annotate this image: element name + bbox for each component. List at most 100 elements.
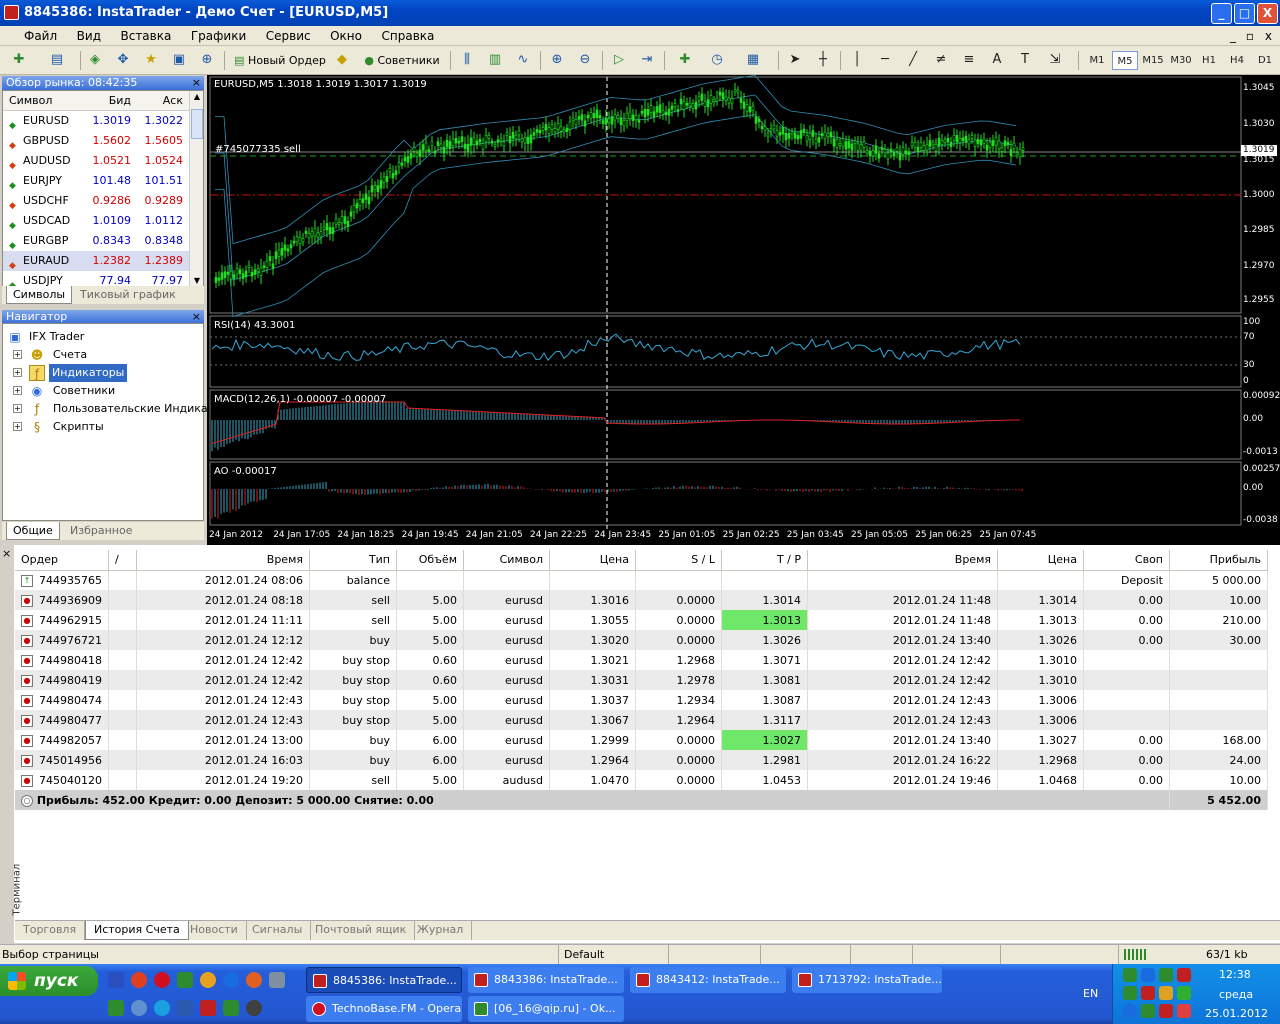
quicklaunch-icon[interactable]	[223, 972, 239, 988]
tab-news[interactable]: Новости	[182, 921, 247, 940]
tab-mailbox[interactable]: Почтовый ящик	[307, 921, 416, 940]
label-icon[interactable]: T	[1016, 51, 1034, 69]
market-watch-row[interactable]: ◆ EURGBP 0.8343 0.8348	[3, 231, 189, 251]
tab-account-history[interactable]: История Счета	[85, 921, 189, 940]
taskbar-item-instatrader-8845386[interactable]: 8845386: InstaTrade...	[306, 967, 462, 993]
col-open-time[interactable]: Время	[136, 550, 310, 571]
periods-icon[interactable]: ◷	[708, 51, 726, 69]
menu-file[interactable]: Файл	[0, 26, 65, 46]
chrome-icon[interactable]	[131, 972, 147, 988]
tab-tick-chart[interactable]: Тиковый график	[74, 286, 182, 304]
tray-icon[interactable]	[1141, 968, 1155, 982]
mdi-restore-button[interactable]: ▫	[1242, 26, 1258, 46]
taskbar-item-instatrader-8843412[interactable]: 8843412: InstaTrade...	[630, 967, 786, 993]
mdi-close-button[interactable]: x	[1261, 26, 1276, 46]
col-order[interactable]: Ордер	[15, 550, 109, 571]
trendline-icon[interactable]: ╱	[904, 51, 922, 69]
col-symbol[interactable]: Символ	[463, 550, 550, 571]
language-indicator[interactable]: EN	[1083, 987, 1098, 1000]
tab-signals[interactable]: Сигналы	[244, 921, 312, 940]
profiles-icon[interactable]: ▤	[48, 51, 66, 69]
autoscroll-icon[interactable]: ▷	[610, 51, 628, 69]
tray-icon[interactable]	[1159, 968, 1173, 982]
tray-icon[interactable]	[1141, 1004, 1155, 1018]
cursor-icon[interactable]: ➤	[786, 51, 804, 69]
tab-journal[interactable]: Журнал	[409, 921, 473, 940]
terminal-close-icon[interactable]: ×	[2, 547, 11, 560]
tray-icon[interactable]	[1141, 986, 1155, 1000]
new-chart-icon[interactable]: ✚	[10, 51, 28, 69]
tray-icon[interactable]	[1123, 1004, 1137, 1018]
tab-favorites[interactable]: Избранное	[64, 522, 138, 540]
market-watch-row[interactable]: ◆ EURAUD 1.2382 1.2389	[3, 251, 189, 271]
quicklaunch-icon[interactable]	[131, 1000, 147, 1016]
strategy-tester-icon[interactable]: ⊕	[198, 51, 216, 69]
fibonacci-icon[interactable]: ≡	[960, 51, 978, 69]
col-symbol[interactable]: Символ	[9, 94, 52, 107]
bar-chart-icon[interactable]: ⫼	[458, 51, 476, 69]
market-watch-row[interactable]: ◆ USDCHF 0.9286 0.9289	[3, 191, 189, 211]
menu-window[interactable]: Окно	[322, 26, 370, 46]
tf-d1-button[interactable]: D1	[1252, 51, 1278, 70]
volume-icon[interactable]	[1159, 986, 1173, 1000]
start-button[interactable]: пуск	[0, 966, 98, 996]
quicklaunch-icon[interactable]	[108, 1000, 124, 1016]
col-close-price[interactable]: Цена	[997, 550, 1084, 571]
col-bid[interactable]: Бид	[109, 94, 131, 107]
quicklaunch-icon[interactable]	[108, 972, 124, 988]
market-watch-row[interactable]: ◆ USDCAD 1.0109 1.0112	[3, 211, 189, 231]
menu-insert[interactable]: Вставка	[112, 26, 179, 46]
col-type[interactable]: Тип	[309, 550, 397, 571]
new-order-button[interactable]: ▤ Новый Ордер	[232, 50, 328, 72]
table-row[interactable]: ● 744980418 2012.01.24 12:42 buy stop 0.60 eu…	[15, 650, 1268, 670]
taskbar-item-opera[interactable]: TechnoBase.FM - Opera	[306, 996, 462, 1022]
menu-tools[interactable]: Сервис	[258, 26, 319, 46]
col-price[interactable]: Цена	[549, 550, 636, 571]
quicklaunch-icon[interactable]	[200, 972, 216, 988]
table-row[interactable]: ● 744980419 2012.01.24 12:42 buy stop 0.60 eu…	[15, 670, 1268, 690]
quicklaunch-icon[interactable]	[200, 1000, 216, 1016]
quicklaunch-icon[interactable]	[246, 972, 262, 988]
clock-time[interactable]: 12:38	[1219, 968, 1251, 981]
window-titlebar[interactable]: 8845386: InstaTrader - Демо Счет - [EURU…	[0, 0, 1280, 26]
col-swap[interactable]: Своп	[1083, 550, 1170, 571]
tab-general[interactable]: Общие	[6, 522, 60, 540]
table-row[interactable]: ● 744980477 2012.01.24 12:43 buy stop 5.00 eu…	[15, 710, 1268, 730]
data-window-icon[interactable]: ✥	[114, 51, 132, 69]
table-row[interactable]: ● 744982057 2012.01.24 13:00 buy 6.00 eurusd 1…	[15, 730, 1268, 750]
tray-icon[interactable]	[1177, 968, 1191, 982]
tab-trade[interactable]: Торговля	[15, 921, 86, 940]
menu-charts[interactable]: Графики	[183, 26, 254, 46]
quicklaunch-icon[interactable]	[223, 1000, 239, 1016]
skype-icon[interactable]	[154, 1000, 170, 1016]
table-row[interactable]: ● 745014956 2012.01.24 16:03 buy 6.00 eurusd 1…	[15, 750, 1268, 770]
maximize-button[interactable]: □	[1234, 3, 1255, 24]
tray-icon[interactable]	[1123, 968, 1137, 982]
taskbar-item-instatrader-8843386[interactable]: 8843386: InstaTrade...	[468, 967, 624, 993]
menu-help[interactable]: Справка	[374, 26, 443, 46]
col-close-time[interactable]: Время	[807, 550, 998, 571]
tray-icon[interactable]	[1159, 1004, 1173, 1018]
chart-window[interactable]: EURUSD,M5 1.3018 1.3019 1.3017 1.3019 #7…	[207, 75, 1280, 545]
text-icon[interactable]: A	[988, 51, 1006, 69]
table-row[interactable]: ↑ 744935765 2012.01.24 08:06 balance Deposit…	[15, 570, 1268, 590]
network-icon[interactable]	[1177, 986, 1191, 1000]
table-row[interactable]: ● 744962915 2012.01.24 11:11 sell 5.00 eurusd…	[15, 610, 1268, 630]
quicklaunch-icon[interactable]	[177, 1000, 193, 1016]
terminal-icon[interactable]: ▣	[170, 51, 188, 69]
chart-shift-icon[interactable]: ⇥	[638, 51, 656, 69]
tf-m30-button[interactable]: M30	[1168, 51, 1194, 70]
minimize-button[interactable]: _	[1211, 3, 1232, 24]
navigator-close-icon[interactable]: ×	[192, 310, 201, 324]
candles-icon[interactable]: ▥	[486, 51, 504, 69]
price-chart[interactable]	[207, 75, 1280, 545]
quicklaunch-icon[interactable]	[246, 1000, 262, 1016]
zoom-in-icon[interactable]: ⊕	[548, 51, 566, 69]
experts-button[interactable]: ● Советники	[360, 50, 444, 72]
quicklaunch-icon[interactable]	[269, 972, 285, 988]
table-row[interactable]: ● 744976721 2012.01.24 12:12 buy 5.00 eurusd 1…	[15, 630, 1268, 650]
tray-icon[interactable]	[1123, 986, 1137, 1000]
market-watch-row[interactable]: ◆ EURJPY 101.48 101.51	[3, 171, 189, 191]
market-watch-row[interactable]: ◆ GBPUSD 1.5602 1.5605	[3, 131, 189, 151]
table-row[interactable]: ● 745040120 2012.01.24 19:20 sell 5.00 audusd…	[15, 770, 1268, 790]
